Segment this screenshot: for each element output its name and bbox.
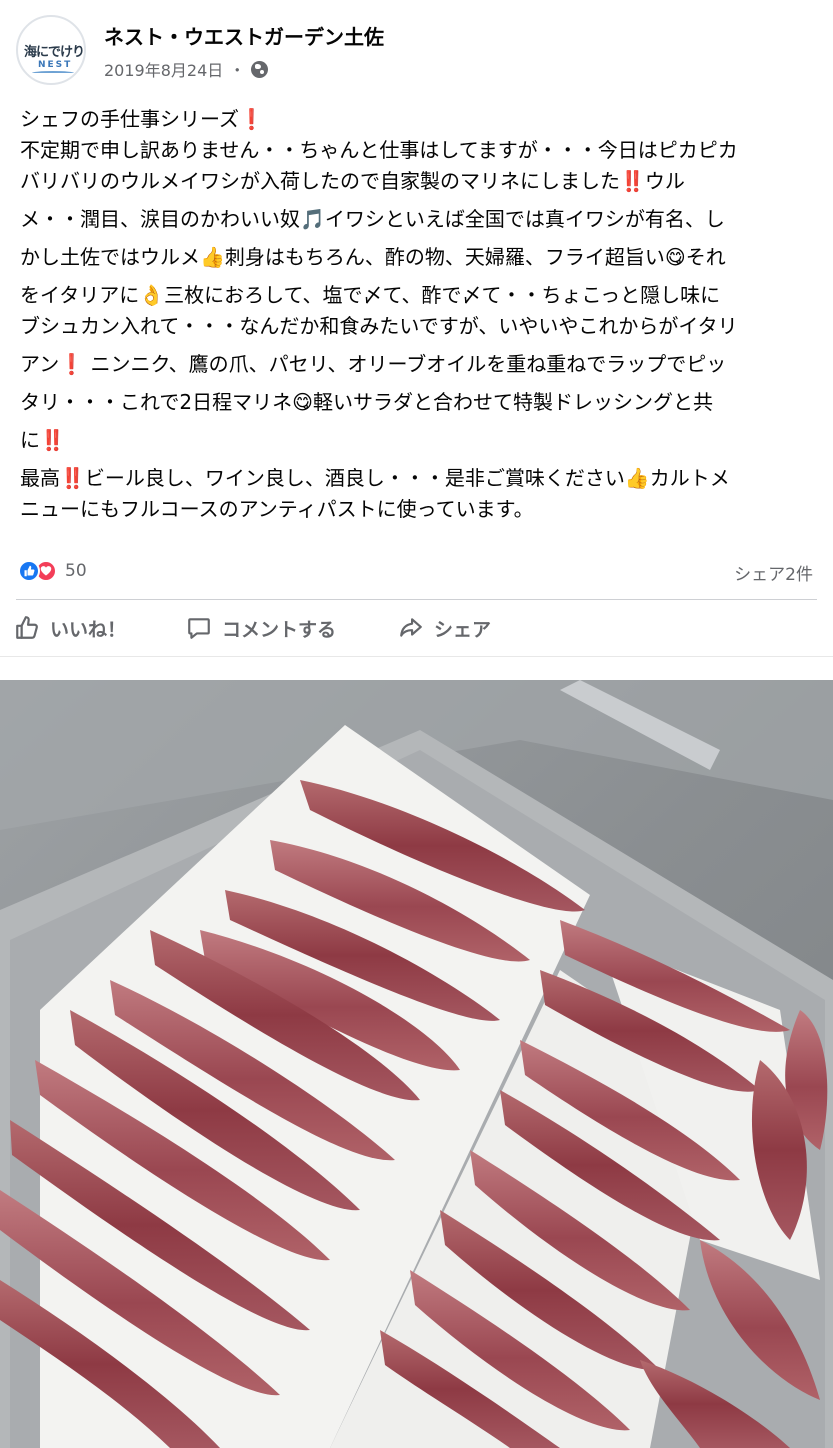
like-reaction-icon bbox=[18, 560, 40, 582]
share-label: シェア bbox=[434, 618, 492, 641]
like-label: いいね！ bbox=[50, 618, 127, 641]
share-count[interactable]: シェア2件 bbox=[734, 560, 813, 585]
share-button[interactable]: シェア bbox=[398, 602, 491, 654]
speech-bubble-icon bbox=[188, 618, 210, 639]
post-line: タリ・・・これで2日程マリネ😋軽いサラダと合わせて特製ドレッシングと共 bbox=[20, 390, 713, 414]
share-arrow-icon bbox=[400, 618, 422, 637]
post-line: 最高‼️ビール良し、ワイン良し、酒良し・・・是非ご賞味ください👍カルトメ bbox=[20, 466, 730, 490]
post-line: メ・・潤目、涙目のかわいい奴🎵イワシといえば全国では真イワシが有名、し bbox=[20, 207, 725, 231]
page-name[interactable]: ネスト・ウエストガーデン土佐 bbox=[104, 21, 384, 50]
thumbs-up-icon bbox=[16, 616, 38, 639]
section-gap bbox=[0, 656, 833, 680]
globe-icon bbox=[251, 60, 269, 78]
avatar-logo: NEST bbox=[38, 60, 73, 70]
meta-separator: ・ bbox=[229, 61, 246, 80]
avatar-wave bbox=[32, 71, 74, 75]
post-meta: 2019年8月24日 ・ bbox=[104, 57, 269, 81]
post-line: シェフの手仕事シリーズ❗️ bbox=[20, 107, 264, 131]
action-bar: いいね！ コメントする シェア bbox=[0, 602, 833, 654]
post-line: アン❗️ ニンニク、鷹の爪、パセリ、オリーブオイルを重ね重ねでラップでピッ bbox=[20, 352, 727, 376]
comment-label: コメントする bbox=[222, 618, 337, 641]
post-line: ブシュカン入れて・・・なんだか和食みたいですが、いやいやこれからがイタリ bbox=[20, 314, 738, 338]
post-line: ニューにもフルコースのアンティパストに使っています。 bbox=[20, 497, 534, 521]
page-avatar[interactable]: 海にでけります NEST bbox=[16, 15, 86, 85]
post-line: かし土佐ではウルメ👍刺身はもちろん、酢の物、天婦羅、フライ超旨い😋それ bbox=[20, 245, 726, 269]
post-line: バリバリのウルメイワシが入荷したので自家製のマリネにしました‼️ウル bbox=[20, 169, 685, 193]
post-text: シェフの手仕事シリーズ❗️ 不定期で申し訳ありません・・ちゃんと仕事はしてますが… bbox=[20, 104, 820, 525]
avatar-text: 海にでけります bbox=[24, 45, 85, 60]
post-line: 不定期で申し訳ありません・・ちゃんと仕事はしてますが・・・今日はピカピカ bbox=[20, 138, 738, 162]
post-photo[interactable] bbox=[0, 680, 833, 1448]
sardine-fillets-photo bbox=[0, 680, 833, 1448]
post-header: 海にでけります NEST ネスト・ウエストガーデン土佐 2019年8月24日 ・ bbox=[0, 0, 833, 96]
post-date[interactable]: 2019年8月24日 bbox=[104, 57, 223, 81]
comment-button[interactable]: コメントする bbox=[186, 602, 336, 654]
post-line: に‼️ bbox=[20, 428, 65, 452]
reaction-summary[interactable]: 50 bbox=[18, 558, 87, 584]
like-button[interactable]: いいね！ bbox=[14, 602, 126, 654]
divider bbox=[16, 599, 817, 600]
post-line: をイタリアに👌三枚におろして、塩で〆て、酢で〆て・・ちょこっと隠し味に bbox=[20, 283, 721, 307]
reaction-count: 50 bbox=[65, 561, 87, 581]
